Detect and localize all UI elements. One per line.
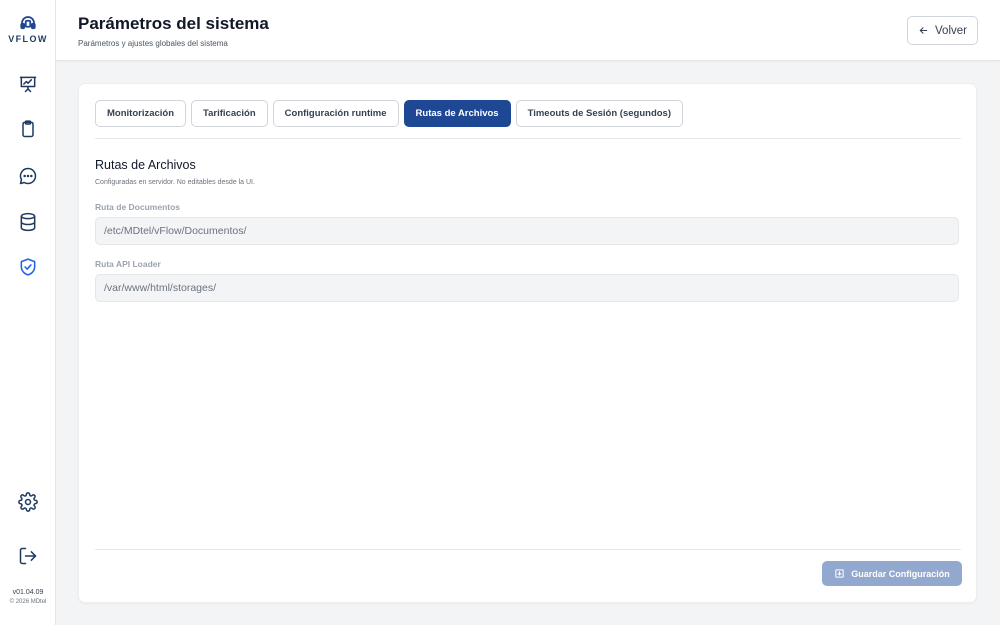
tab-bar: Monitorización Tarificación Configuració…	[95, 100, 683, 127]
page-header: Parámetros del sistema Parámetros y ajus…	[56, 0, 1000, 61]
save-configuration-button[interactable]: Guardar Configuración	[822, 561, 962, 586]
nav-dashboard[interactable]	[16, 72, 40, 96]
chat-bubble-icon	[19, 167, 37, 185]
nav-database[interactable]	[16, 210, 40, 234]
page-title: Parámetros del sistema	[78, 14, 269, 33]
logo-text: VFLOW	[8, 34, 48, 44]
sidebar: VFLOW v01.04.09 © 2026 MDtel	[0, 0, 56, 625]
section-subtitle: Configuradas en servidor. No editables d…	[95, 179, 255, 186]
arrow-left-icon	[919, 27, 928, 34]
nav-reports[interactable]	[16, 117, 40, 141]
database-icon	[20, 212, 36, 232]
tab-tarificacion[interactable]: Tarificación	[191, 100, 268, 127]
section-title: Rutas de Archivos	[95, 158, 196, 172]
api-loader-path-label: Ruta API Loader	[95, 259, 161, 269]
tab-configuracion-runtime[interactable]: Configuración runtime	[272, 100, 399, 127]
save-configuration-label: Guardar Configuración	[851, 568, 950, 579]
nav-logout[interactable]	[16, 544, 40, 568]
tab-monitorizacion[interactable]: Monitorización	[95, 100, 187, 127]
clipboard-icon	[22, 120, 34, 138]
back-button-label: Volver	[935, 24, 967, 37]
nav-messages[interactable]	[16, 164, 40, 188]
documents-path-label: Ruta de Documentos	[95, 202, 181, 212]
divider	[95, 138, 961, 139]
headset-logo-icon	[20, 16, 36, 30]
page-subtitle: Parámetros y ajustes globales del sistem…	[78, 39, 228, 48]
documents-path-input[interactable]	[95, 217, 959, 245]
logout-icon	[19, 547, 37, 565]
tab-rutas-de-archivos[interactable]: Rutas de Archivos	[403, 100, 511, 127]
copyright-label: © 2026 MDtel	[9, 599, 47, 605]
version-label: v01.04.09	[12, 589, 44, 596]
back-button[interactable]: Volver	[907, 16, 978, 45]
divider	[95, 549, 961, 550]
tab-timeouts-de-sesion[interactable]: Timeouts de Sesión (segundos)	[515, 100, 683, 127]
shield-check-icon	[20, 258, 36, 276]
api-loader-path-input[interactable]	[95, 274, 959, 302]
nav-security[interactable]	[16, 255, 40, 279]
nav-settings[interactable]	[16, 490, 40, 514]
gear-icon	[18, 492, 38, 512]
settings-card: Monitorización Tarificación Configuració…	[78, 83, 977, 603]
logo: VFLOW	[0, 14, 56, 44]
presentation-chart-icon	[19, 76, 37, 93]
download-tray-icon	[835, 569, 844, 578]
